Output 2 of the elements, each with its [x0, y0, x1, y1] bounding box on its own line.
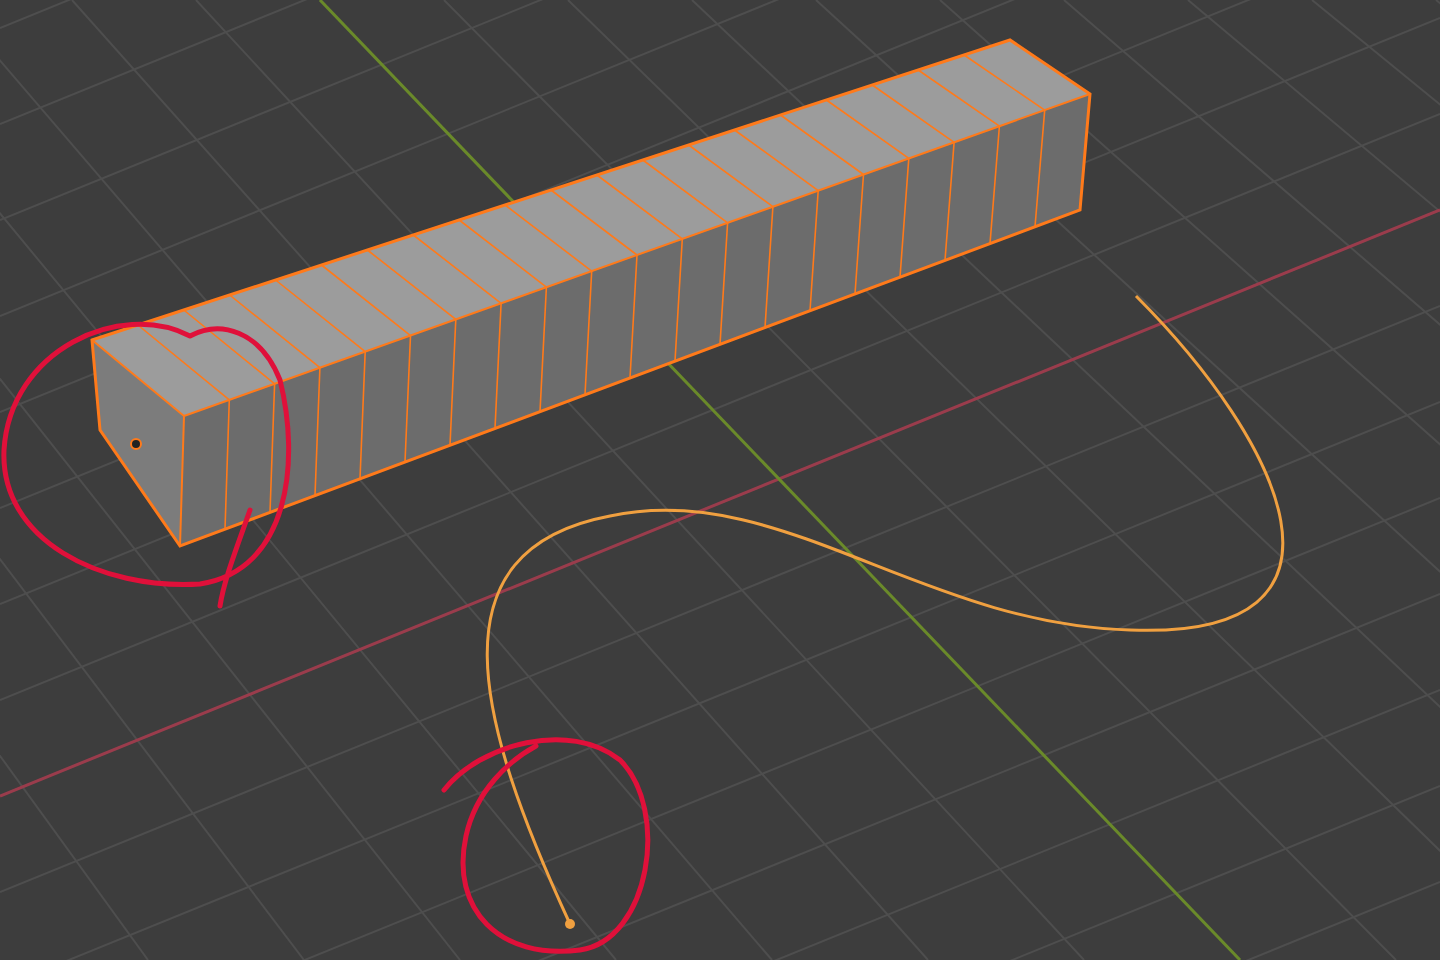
- box-mesh-drawing[interactable]: [90, 38, 1092, 548]
- curve-drawing[interactable]: [486, 294, 1284, 929]
